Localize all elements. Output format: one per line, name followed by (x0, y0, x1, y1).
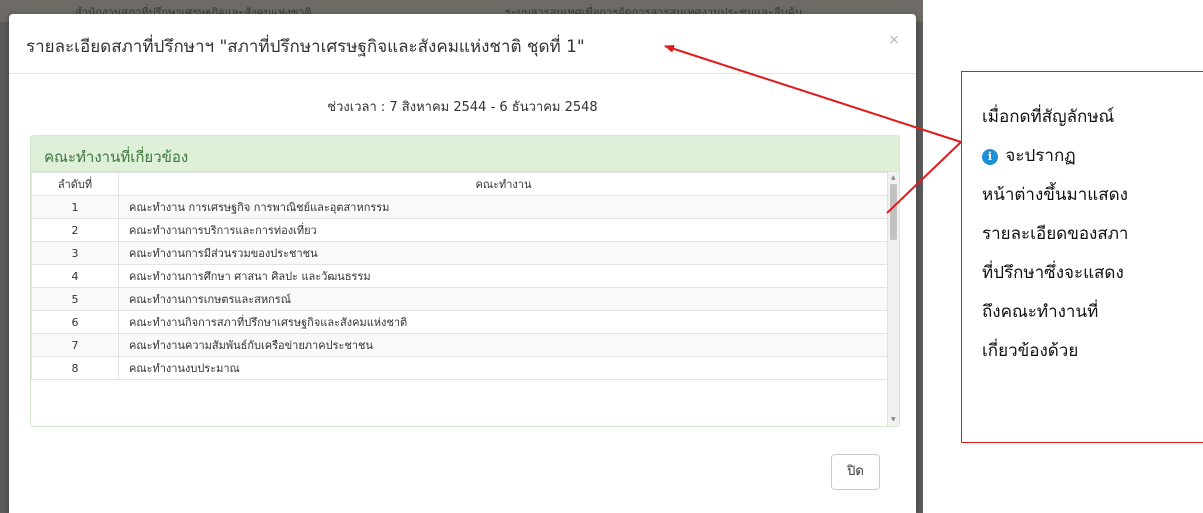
screenshot-stage: สำนักงานสภาที่ปรึกษาเศรษฐกิจและสังคมแห่ง… (0, 0, 1203, 513)
working-groups-table: ลำดับที่ คณะทำงาน 1 คณะทำงาน การเศรษฐกิจ … (31, 172, 889, 380)
row-group-name: คณะทำงานการเกษตรและสหกรณ์ (118, 287, 889, 311)
callout-line-2-text: จะปรากฏ (1005, 146, 1076, 166)
row-number: 7 (31, 333, 119, 357)
modal-title: รายละเอียดสภาที่ปรึกษาฯ "สภาที่ปรึกษาเศร… (26, 37, 585, 57)
row-group-name: คณะทำงานการมีส่วนรวมของประชาชน (118, 241, 889, 265)
callout-line-7: เกี่ยวข้องด้วย (982, 341, 1079, 361)
row-number: 4 (31, 264, 119, 288)
table-scroll-area[interactable]: ลำดับที่ คณะทำงาน 1 คณะทำงาน การเศรษฐกิจ … (31, 172, 899, 426)
row-group-name: คณะทำงานงบประมาณ (118, 356, 889, 380)
column-header-group[interactable]: คณะทำงาน (118, 172, 889, 196)
row-group-name: คณะทำงานกิจการสภาที่ปรึกษาเศรษฐกิจและสัง… (118, 310, 889, 334)
table-row[interactable]: 8 คณะทำงานงบประมาณ (31, 356, 889, 380)
row-number: 3 (31, 241, 119, 265)
period-text: ช่วงเวลา : 7 สิงหาคม 2544 - 6 ธันวาคม 25… (327, 100, 598, 115)
close-icon[interactable]: × (888, 32, 900, 48)
callout-line-1: เมื่อกดที่สัญลักษณ์ (982, 107, 1115, 127)
scroll-down-arrow-icon[interactable]: ▼ (891, 416, 896, 423)
table-row[interactable]: 7 คณะทำงานความสัมพันธ์กับเครือข่ายภาคประช… (31, 333, 889, 357)
working-groups-panel: คณะทำงานที่เกี่ยวข้อง ลำดับที่ คณะทำงาน … (30, 135, 900, 427)
table-header-row: ลำดับที่ คณะทำงาน (31, 172, 889, 196)
row-number: 8 (31, 356, 119, 380)
table-row[interactable]: 4 คณะทำงานการศึกษา ศาสนา ศิลปะ และวัฒนธรร… (31, 264, 889, 288)
table-row[interactable]: 5 คณะทำงานการเกษตรและสหกรณ์ (31, 287, 889, 311)
scrollbar-thumb[interactable] (890, 184, 897, 240)
table-row[interactable]: 6 คณะทำงานกิจการสภาที่ปรึกษาเศรษฐกิจและสั… (31, 310, 889, 334)
callout-line-6: ถึงคณะทำงานที่ (982, 302, 1099, 322)
panel-heading: คณะทำงานที่เกี่ยวข้อง (31, 136, 899, 172)
callout-line-5: ที่ปรึกษาซึ่งจะแสดง (982, 263, 1124, 283)
row-group-name: คณะทำงานการศึกษา ศาสนา ศิลปะ และวัฒนธรรม (118, 264, 889, 288)
table-scrollbar[interactable]: ▲ ▼ (887, 172, 899, 426)
row-group-name: คณะทำงาน การเศรษฐกิจ การพาณิชย์และอุตสาห… (118, 195, 889, 219)
table-row[interactable]: 3 คณะทำงานการมีส่วนรวมของประชาชน (31, 241, 889, 265)
row-number: 1 (31, 195, 119, 219)
annotation-callout: เมื่อกดที่สัญลักษณ์ i จะปรากฏ หน้าต่างขึ… (961, 71, 1203, 443)
scroll-up-arrow-icon[interactable]: ▲ (891, 174, 896, 181)
callout-line-3: หน้าต่างขึ้นมาแสดง (982, 185, 1128, 205)
row-group-name: คณะทำงานการบริการและการท่องเที่ยว (118, 218, 889, 242)
row-number: 6 (31, 310, 119, 334)
table-row[interactable]: 1 คณะทำงาน การเศรษฐกิจ การพาณิชย์และอุตสา… (31, 195, 889, 219)
modal-header: รายละเอียดสภาที่ปรึกษาฯ "สภาที่ปรึกษาเศร… (9, 14, 916, 74)
callout-line-4: รายละเอียดของสภา (982, 224, 1129, 244)
callout-line-2: i จะปรากฏ (982, 137, 1203, 176)
info-circle-icon: i (982, 148, 998, 165)
close-button[interactable]: ปิด (831, 454, 880, 490)
row-group-name: คณะทำงานความสัมพันธ์กับเครือข่ายภาคประชา… (118, 333, 889, 357)
row-number: 2 (31, 218, 119, 242)
table-row[interactable]: 2 คณะทำงานการบริการและการท่องเที่ยว (31, 218, 889, 242)
row-number: 5 (31, 287, 119, 311)
details-modal: รายละเอียดสภาที่ปรึกษาฯ "สภาที่ปรึกษาเศร… (9, 14, 916, 513)
column-header-number[interactable]: ลำดับที่ (31, 172, 119, 196)
